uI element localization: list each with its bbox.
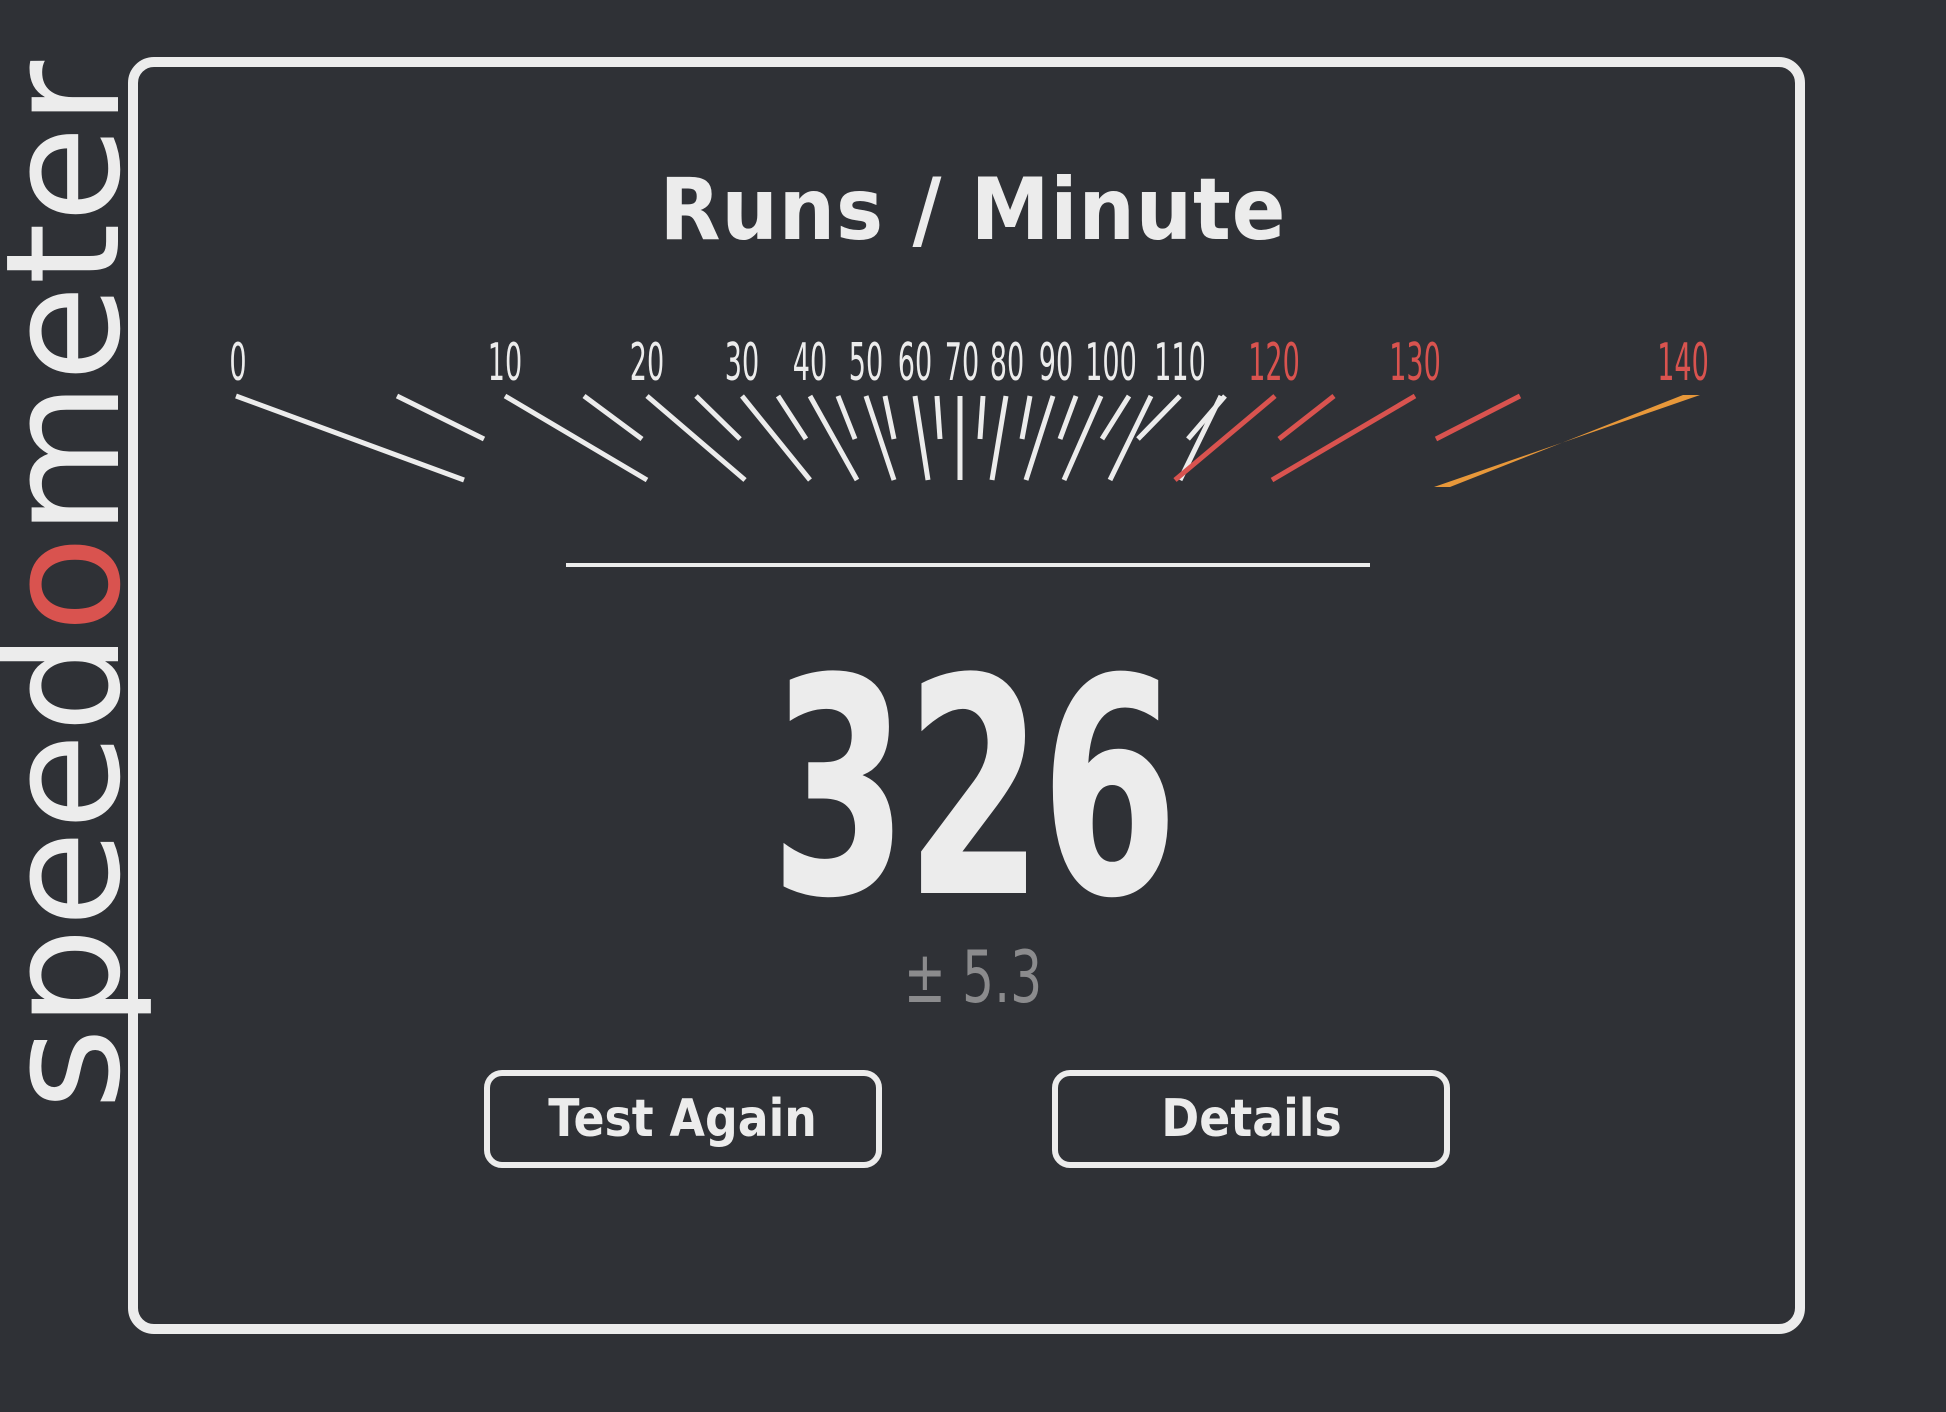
gauge-label: 120 <box>1248 332 1300 392</box>
details-button[interactable]: Details <box>1052 1070 1450 1168</box>
gauge-tick <box>989 395 1009 481</box>
gauge-label: 20 <box>630 332 664 392</box>
details-label: Details <box>1160 1089 1342 1149</box>
gauge-tick <box>1277 394 1336 441</box>
gauge-label: 70 <box>945 332 979 392</box>
gauge-tick <box>835 395 858 440</box>
gauge-tick <box>582 393 644 442</box>
gauge-tick <box>503 393 649 483</box>
gauge-tick <box>1057 395 1079 440</box>
gauge-tick <box>395 393 486 442</box>
gauge-tick <box>977 395 986 440</box>
gauge-limit-marker <box>1434 395 1700 487</box>
speedometer-results-screen: speedometer Runs / Minute 01020304050607… <box>0 0 1946 1412</box>
gauge-label: 0 <box>229 332 246 392</box>
gauge-label: 110 <box>1154 332 1206 392</box>
gauge-tick <box>235 393 465 483</box>
gauge-tick <box>1434 393 1522 442</box>
gauge-tick <box>1186 394 1227 441</box>
gauge-label: 40 <box>793 332 827 392</box>
gauge-tick <box>882 395 897 440</box>
score-error: ± 5.3 <box>903 935 1043 1019</box>
gauge-tick <box>807 394 860 482</box>
gauge-tick <box>1136 394 1182 441</box>
gauge-tick <box>912 395 931 481</box>
speed-gauge: 0 10 20 30 40 50 60 70 80 90 100 110 120 130 140 <box>229 332 1709 487</box>
test-again-label: Test Again <box>548 1089 818 1149</box>
gauge-tick <box>934 395 943 440</box>
gauge-tick <box>694 394 742 441</box>
gauge-tick <box>1107 394 1154 482</box>
gauge-label: 130 <box>1389 332 1441 392</box>
gauge-label: 90 <box>1039 332 1073 392</box>
gauge-label: 140 <box>1657 332 1709 392</box>
gauge-label: 10 <box>488 332 522 392</box>
gauge-label: 60 <box>898 332 932 392</box>
test-again-button[interactable]: Test Again <box>484 1070 882 1168</box>
gauge-label: 100 <box>1085 332 1137 392</box>
gauge-tick <box>645 394 747 482</box>
page-title: Runs / Minute <box>659 160 1287 260</box>
gauge-tick <box>775 394 809 441</box>
gauge-tick <box>1270 393 1417 483</box>
gauge-tick <box>1099 394 1132 441</box>
divider <box>566 563 1370 567</box>
gauge-tick <box>1019 395 1033 440</box>
gauge-tick <box>740 394 812 482</box>
score-value: 326 <box>770 615 1178 964</box>
gauge-label: 50 <box>849 332 883 392</box>
gauge-label: 80 <box>990 332 1024 392</box>
gauge-label: 30 <box>725 332 759 392</box>
